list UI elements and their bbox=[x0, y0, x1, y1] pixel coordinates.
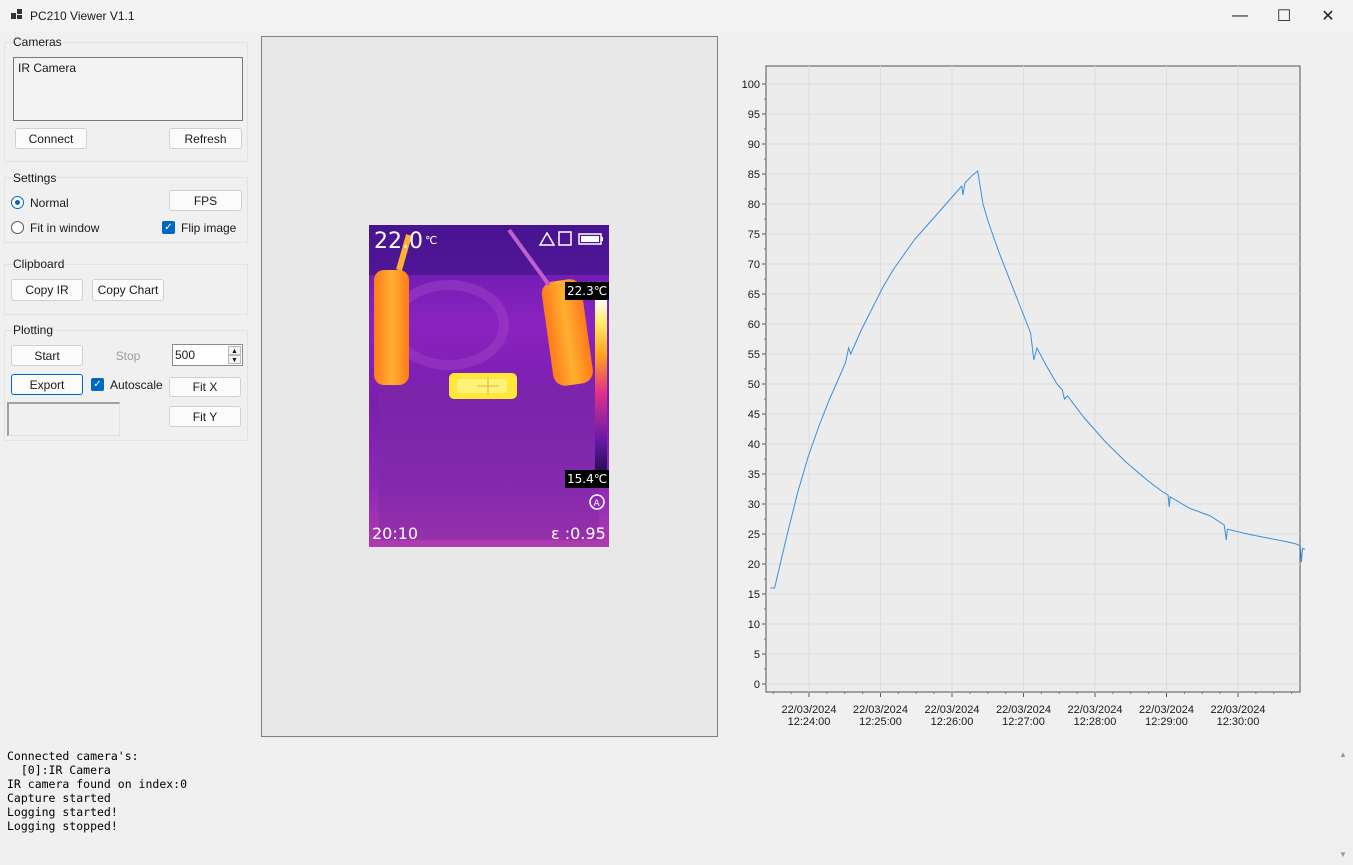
flip-image-label: Flip image bbox=[181, 221, 237, 235]
export-button[interactable]: Export bbox=[11, 374, 83, 395]
y-tick-label: 25 bbox=[748, 529, 760, 541]
x-tick-time-label: 12:25:00 bbox=[859, 716, 902, 728]
y-tick-label: 35 bbox=[748, 469, 760, 481]
log-text: Connected camera's: [0]:IR Camera IR came… bbox=[7, 749, 187, 833]
x-tick-time-label: 12:29:00 bbox=[1145, 716, 1188, 728]
y-tick-label: 90 bbox=[748, 139, 760, 151]
x-tick-time-label: 12:28:00 bbox=[1074, 716, 1117, 728]
y-tick-label: 55 bbox=[748, 349, 760, 361]
fit-y-button[interactable]: Fit Y bbox=[169, 406, 241, 427]
autoscale-label: Autoscale bbox=[110, 378, 163, 392]
status-box bbox=[7, 402, 120, 436]
fit-window-radio[interactable] bbox=[11, 221, 24, 234]
clipboard-group-title: Clipboard bbox=[13, 257, 65, 271]
ir-emissivity: ε :0.95 bbox=[551, 524, 606, 543]
cameras-group-title: Cameras bbox=[13, 35, 62, 49]
y-tick-label: 0 bbox=[754, 679, 760, 691]
scroll-down-icon[interactable]: ▼ bbox=[1339, 850, 1347, 859]
maximize-button[interactable]: ☐ bbox=[1261, 0, 1307, 31]
control-panel: Cameras IR Camera Connect Refresh Settin… bbox=[0, 31, 252, 746]
auto-mode-badge: A bbox=[594, 499, 601, 509]
y-tick-label: 75 bbox=[748, 229, 760, 241]
y-tick-label: 15 bbox=[748, 589, 760, 601]
samples-value[interactable]: 500 bbox=[175, 348, 195, 362]
log-line: Connected camera's: bbox=[7, 749, 139, 763]
x-tick-date-label: 22/03/2024 bbox=[853, 704, 908, 716]
camera-list[interactable]: IR Camera bbox=[13, 57, 243, 121]
refresh-button[interactable]: Refresh bbox=[169, 128, 242, 149]
y-tick-label: 85 bbox=[748, 169, 760, 181]
title-bar[interactable]: PC210 Viewer V1.1 — ☐ ✕ bbox=[0, 0, 1353, 31]
close-button[interactable]: ✕ bbox=[1305, 0, 1351, 31]
log-scrollbar[interactable]: ▲ ▼ bbox=[1335, 748, 1353, 865]
stepper-down-icon[interactable]: ▼ bbox=[228, 355, 241, 364]
ir-center-temp: 22.0 bbox=[374, 229, 423, 254]
samples-stepper[interactable]: 500 ▲ ▼ bbox=[172, 344, 243, 366]
scroll-up-icon[interactable]: ▲ bbox=[1339, 750, 1347, 759]
y-tick-label: 95 bbox=[748, 109, 760, 121]
fps-button[interactable]: FPS bbox=[169, 190, 242, 211]
x-tick-time-label: 12:30:00 bbox=[1217, 716, 1260, 728]
x-tick-time-label: 12:27:00 bbox=[1002, 716, 1045, 728]
ir-time: 20:10 bbox=[372, 524, 418, 543]
y-tick-label: 45 bbox=[748, 409, 760, 421]
x-tick-date-label: 22/03/2024 bbox=[1139, 704, 1194, 716]
y-tick-label: 5 bbox=[754, 649, 760, 661]
x-tick-date-label: 22/03/2024 bbox=[1210, 704, 1265, 716]
temperature-chart[interactable]: 1009590858075706560555045403530252015105… bbox=[730, 60, 1305, 740]
start-button[interactable]: Start bbox=[11, 345, 83, 366]
log-line: [0]:IR Camera bbox=[7, 763, 111, 777]
y-tick-label: 50 bbox=[748, 379, 760, 391]
y-tick-label: 10 bbox=[748, 619, 760, 631]
y-tick-label: 30 bbox=[748, 499, 760, 511]
window-title: PC210 Viewer V1.1 bbox=[30, 9, 135, 23]
x-tick-time-label: 12:26:00 bbox=[931, 716, 974, 728]
settings-group-title: Settings bbox=[13, 171, 57, 185]
log-line: Logging started! bbox=[7, 805, 118, 819]
ir-max-temp: 22.3℃ bbox=[567, 284, 607, 298]
copy-chart-button[interactable]: Copy Chart bbox=[92, 279, 164, 301]
ir-thermal-image: 22.0 ℃ 22.3℃ 15.4℃ A 20:10 ε :0.95 bbox=[369, 225, 609, 547]
x-tick-date-label: 22/03/2024 bbox=[996, 704, 1051, 716]
camera-list-item[interactable]: IR Camera bbox=[18, 61, 76, 75]
stepper-up-icon[interactable]: ▲ bbox=[228, 346, 241, 355]
normal-radio-label: Normal bbox=[30, 196, 69, 210]
y-tick-label: 100 bbox=[742, 79, 760, 91]
ir-center-unit: ℃ bbox=[425, 234, 437, 247]
y-tick-label: 40 bbox=[748, 439, 760, 451]
autoscale-checkbox[interactable]: ✓ bbox=[91, 378, 104, 391]
plotting-group-title: Plotting bbox=[13, 323, 54, 337]
x-tick-date-label: 22/03/2024 bbox=[781, 704, 836, 716]
y-tick-label: 65 bbox=[748, 289, 760, 301]
log-output[interactable]: Connected camera's: [0]:IR Camera IR came… bbox=[0, 748, 1353, 865]
y-tick-label: 20 bbox=[748, 559, 760, 571]
x-tick-date-label: 22/03/2024 bbox=[924, 704, 979, 716]
connect-button[interactable]: Connect bbox=[15, 128, 87, 149]
y-tick-label: 70 bbox=[748, 259, 760, 271]
log-line: Logging stopped! bbox=[7, 819, 118, 833]
y-tick-label: 80 bbox=[748, 199, 760, 211]
plot-area[interactable] bbox=[765, 65, 1301, 693]
copy-ir-button[interactable]: Copy IR bbox=[11, 279, 83, 301]
ir-min-temp: 15.4℃ bbox=[567, 472, 607, 486]
minimize-button[interactable]: — bbox=[1217, 0, 1263, 31]
x-tick-time-label: 12:24:00 bbox=[788, 716, 831, 728]
flip-image-checkbox[interactable]: ✓ bbox=[162, 221, 175, 234]
normal-radio[interactable] bbox=[11, 196, 24, 209]
x-tick-date-label: 22/03/2024 bbox=[1067, 704, 1122, 716]
log-line: IR camera found on index:0 bbox=[7, 777, 188, 791]
fit-window-radio-label: Fit in window bbox=[30, 221, 100, 235]
y-tick-label: 60 bbox=[748, 319, 760, 331]
app-icon bbox=[11, 9, 22, 20]
stop-button[interactable]: Stop bbox=[92, 345, 164, 366]
fit-x-button[interactable]: Fit X bbox=[169, 377, 241, 397]
log-line: Capture started bbox=[7, 791, 111, 805]
